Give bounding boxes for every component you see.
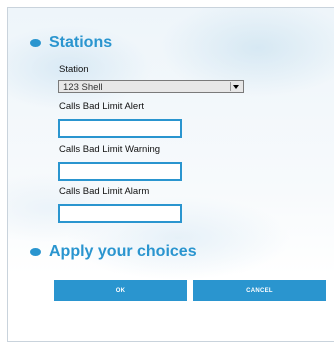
apply-heading-text: Apply your choices xyxy=(49,243,197,260)
warning-limit-input[interactable] xyxy=(58,162,182,181)
cancel-button[interactable]: CANCEL xyxy=(193,280,326,301)
ok-button[interactable]: OK xyxy=(54,280,187,301)
stations-heading-text: Stations xyxy=(49,34,113,51)
alarm-limit-input[interactable] xyxy=(58,204,182,223)
alarm-limit-label: Calls Bad Limit Alarm xyxy=(59,186,150,197)
chevron-down-icon[interactable] xyxy=(230,82,241,91)
apply-section-heading: Apply your choices xyxy=(30,243,197,261)
station-label: Station xyxy=(59,64,89,75)
alert-limit-label: Calls Bad Limit Alert xyxy=(59,101,145,112)
stations-section-heading: Stations xyxy=(30,34,112,52)
bullet-icon xyxy=(30,248,41,256)
alert-limit-input[interactable] xyxy=(58,119,182,138)
station-select-value: 123 Shell xyxy=(63,82,103,93)
warning-limit-label: Calls Bad Limit Warning xyxy=(59,144,161,155)
station-select[interactable]: 123 Shell xyxy=(58,80,244,93)
bullet-icon xyxy=(30,39,41,47)
